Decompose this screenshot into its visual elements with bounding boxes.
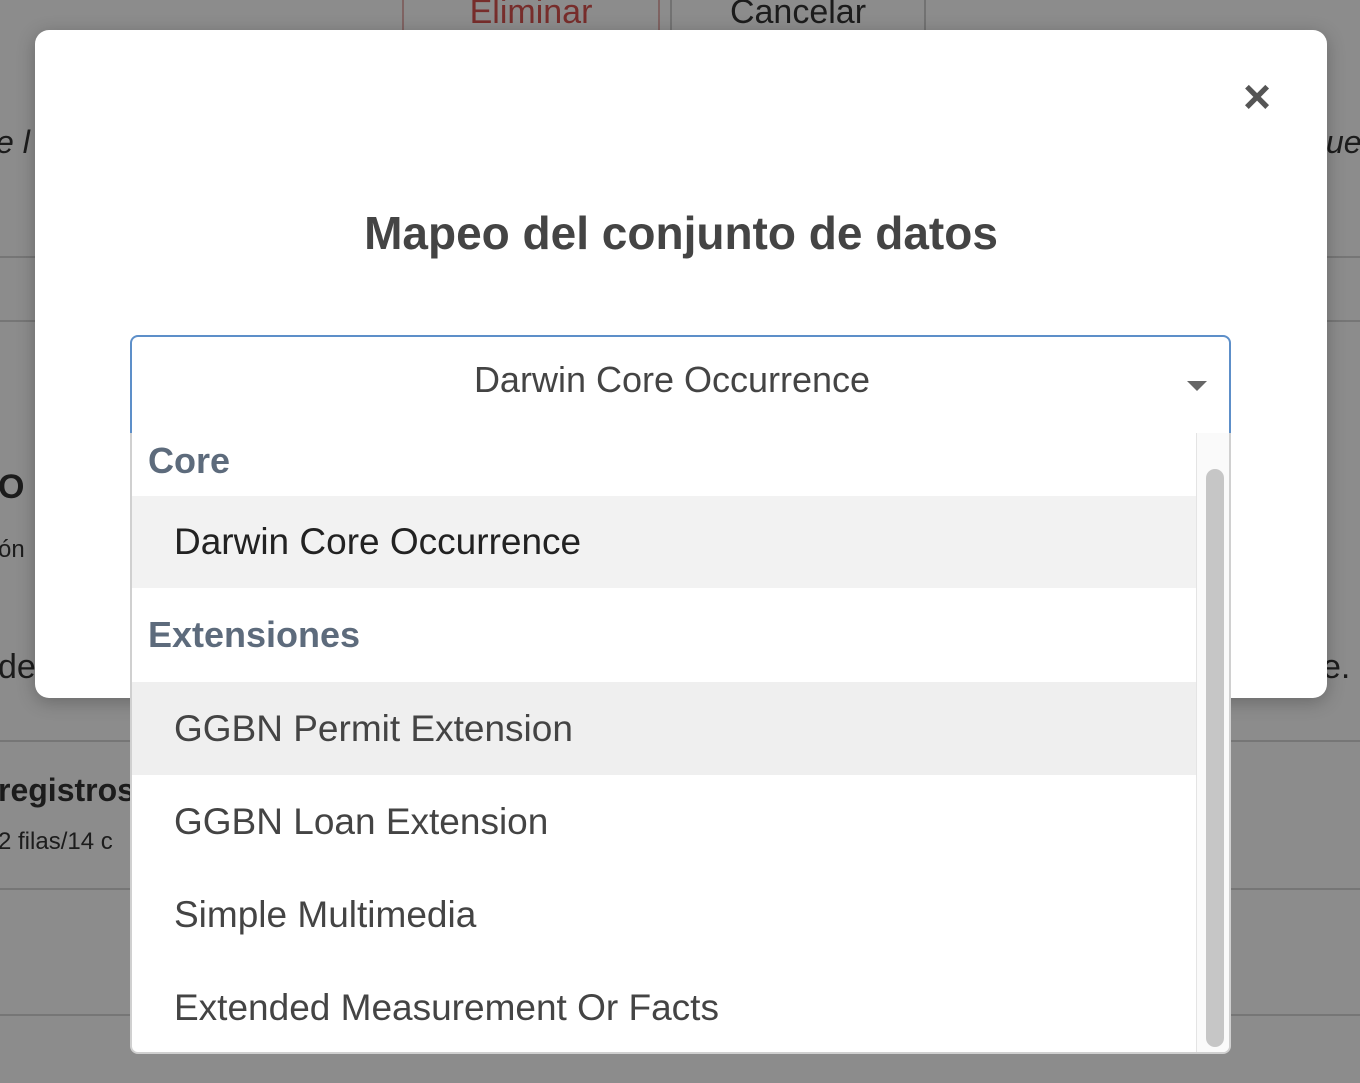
scrollbar-thumb[interactable] — [1206, 469, 1224, 1047]
select-dropdown: Core Darwin Core Occurrence Extensiones … — [130, 433, 1231, 1054]
close-icon[interactable]: × — [1231, 70, 1283, 126]
option-simple-multimedia[interactable]: Simple Multimedia — [132, 868, 1196, 961]
modal-title: Mapeo del conjunto de datos — [364, 207, 998, 259]
chevron-down-icon[interactable] — [1187, 381, 1207, 391]
option-group-label: Extensiones — [148, 614, 361, 655]
option-ggbn-permit-extension[interactable]: GGBN Permit Extension — [132, 682, 1196, 775]
mapping-type-select[interactable]: Darwin Core Occurrence — [130, 335, 1231, 433]
option-group-label: Core — [148, 440, 231, 481]
option-ggbn-loan-extension[interactable]: GGBN Loan Extension — [132, 775, 1196, 868]
option-darwin-core-occurrence[interactable]: Darwin Core Occurrence — [132, 496, 1196, 588]
option-extended-measurement-or-facts[interactable]: Extended Measurement Or Facts — [132, 961, 1196, 1052]
scrollbar[interactable] — [1196, 433, 1229, 1052]
select-value: Darwin Core Occurrence — [473, 359, 871, 400]
